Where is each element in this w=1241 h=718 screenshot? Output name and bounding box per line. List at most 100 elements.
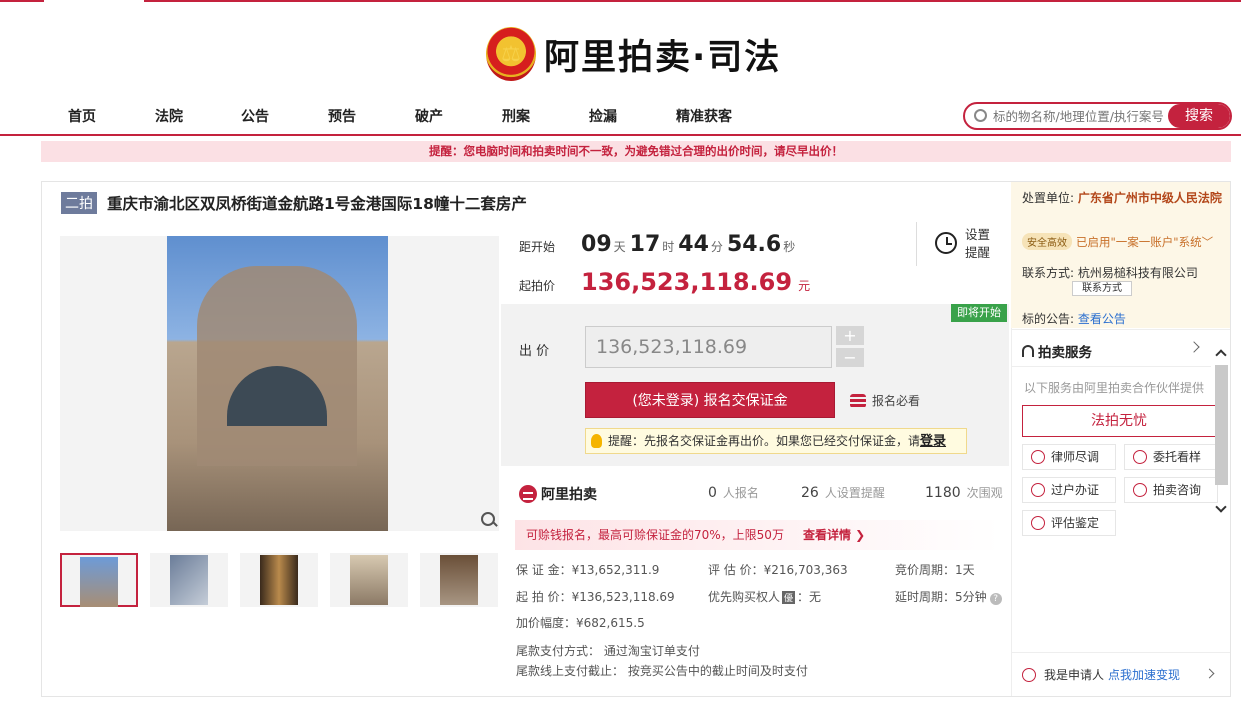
lawyer-icon [1031, 450, 1045, 464]
notice-label: 标的公告: [1022, 312, 1075, 326]
zoom-icon[interactable] [481, 512, 497, 528]
fapai-wuyou-button[interactable]: 法拍无忧 [1022, 405, 1216, 437]
signup-count: 0 人报名 [708, 484, 759, 501]
coins-icon [850, 393, 866, 408]
viewing-service-button[interactable]: 委托看样 [1124, 444, 1218, 470]
main-photo[interactable] [60, 236, 499, 531]
nav-item-preview[interactable]: 预告 [328, 106, 356, 126]
view-notice-link[interactable]: 查看公告 [1078, 312, 1126, 326]
deposit-hint-text: 提醒：先报名交保证金再出价。如果您已经交付保证金，请 [608, 434, 921, 448]
contact-value: 杭州易槌科技有限公司 [1077, 266, 1198, 280]
thumbnail[interactable] [60, 553, 138, 607]
nav-item-home[interactable]: 首页 [68, 106, 96, 126]
scrollbar-thumb[interactable] [1215, 365, 1228, 485]
contact-info: 联系方式: 杭州易槌科技有限公司 [1022, 264, 1198, 281]
brand-logo[interactable]: ⚖ 阿里拍卖·司法 [486, 24, 781, 84]
transfer-service-label: 过户办证 [1051, 483, 1100, 497]
priority-buyer-value: ：无 [797, 590, 822, 604]
thumbnail[interactable] [330, 553, 408, 607]
divider [1011, 366, 1211, 367]
days-unit: 天 [613, 240, 626, 254]
ali-auction-name: 阿里拍卖 [541, 487, 597, 503]
help-icon[interactable]: ? [989, 593, 1002, 605]
thumbnail[interactable] [420, 553, 498, 607]
deposit-hint: 提醒：先报名交保证金再出价。如果您已经交付保证金，请登录 [585, 428, 967, 454]
countdown-seconds: 54.6 [726, 232, 782, 257]
status-badge: 即将开始 [951, 304, 1007, 322]
court-label: 处置单位: [1022, 191, 1075, 205]
seconds-unit: 秒 [783, 240, 796, 254]
decrease-bid-button[interactable]: − [836, 348, 864, 367]
nav-item-bankruptcy[interactable]: 破产 [415, 106, 443, 126]
auction-services-title: 拍卖服务 [1038, 345, 1092, 361]
consult-service-label: 拍卖咨询 [1153, 483, 1202, 497]
consult-service-button[interactable]: 拍卖咨询 [1124, 477, 1218, 503]
headset-icon [1022, 345, 1034, 357]
deposit-info: 保 证 金：¥13,652,311.9 [516, 563, 660, 577]
transfer-service-button[interactable]: 过户办证 [1022, 477, 1116, 503]
services-scrollbar[interactable] [1214, 343, 1229, 518]
search-button[interactable]: 搜索 [1168, 104, 1230, 128]
delay-info: 延时周期：5分钟? [895, 588, 1002, 605]
thumbnail[interactable] [150, 553, 228, 607]
scroll-up-icon[interactable] [1215, 349, 1227, 361]
nav-item-criminal[interactable]: 刑案 [502, 106, 530, 126]
priority-buyer-info: 优先购买权人優：无 [708, 588, 821, 605]
lawyer-service-label: 律师尽调 [1051, 450, 1100, 464]
item-title: 重庆市渝北区双凤桥街道金航路1号金港国际18幢十二套房产 [107, 195, 527, 213]
notice-row: 标的公告: 查看公告 [1022, 310, 1126, 327]
nav-item-notice[interactable]: 公告 [241, 106, 269, 126]
credit-promo-text: 可赊钱报名，最高可赊保证金的70%，上限50万 [526, 528, 784, 542]
speed-up-link[interactable]: 点我加速变现 [1108, 666, 1180, 683]
lawyer-service-button[interactable]: 律师尽调 [1022, 444, 1116, 470]
thumbnail[interactable] [240, 553, 318, 607]
court-emblem-icon: ⚖ [486, 27, 536, 81]
court-value: 广东省广州市中级人民法院 [1077, 191, 1222, 205]
person-icon [1031, 483, 1045, 497]
payment-deadline-info: 尾款线上支付截止： 按竞买公告中的截止时间及时支付 [516, 664, 808, 678]
ali-auction-logo: 阿里拍卖 [519, 484, 597, 504]
alarm-clock-icon [935, 232, 957, 254]
safe-badge: 安全高效 [1022, 233, 1072, 250]
reminder-count-value: 26 [801, 485, 819, 501]
signup-deposit-button[interactable]: (您未登录) 报名交保证金 [585, 382, 835, 418]
building-photo [167, 236, 388, 531]
cycle-info: 竞价周期：1天 [895, 563, 975, 577]
reminder-count: 26 人设置提醒 [801, 484, 885, 501]
safe-system-text: 已启用"一案一账户"系统 [1076, 234, 1202, 249]
location-icon [1133, 450, 1147, 464]
bid-amount-field[interactable]: 136,523,118.69 [585, 326, 832, 368]
auction-round-badge: 二拍 [61, 192, 97, 214]
start-price-info: 起 拍 价：¥136,523,118.69 [516, 590, 675, 604]
item-title-row: 二拍 重庆市渝北区双凤桥街道金航路1号金港国际18幢十二套房产 [61, 192, 527, 214]
countdown: 距开始 09 天 17 时 44 分 54.6 秒 [519, 232, 799, 257]
safe-system-badge[interactable]: 安全高效 已启用"一案一账户"系统 ﹀ [1022, 233, 1213, 250]
applicant-label: 我是申请人 [1044, 668, 1105, 682]
set-reminder-button[interactable]: 设置提醒 [916, 222, 996, 266]
lightbulb-icon [591, 434, 602, 448]
applicant-row[interactable]: 我是申请人 点我加速变现 [1022, 666, 1180, 683]
search-input[interactable] [993, 108, 1171, 124]
minutes-unit: 分 [710, 240, 723, 254]
auction-services-header[interactable]: 拍卖服务 [1022, 341, 1092, 361]
must-read-label: 报名必看 [872, 394, 921, 408]
login-link[interactable]: 登录 [920, 434, 946, 449]
ali-auction-icon [519, 485, 537, 503]
appraisal-service-button[interactable]: 评估鉴定 [1022, 510, 1116, 536]
nav-item-bargain[interactable]: 捡漏 [589, 106, 617, 126]
increase-bid-button[interactable]: + [836, 326, 864, 345]
view-count-value: 1180 [925, 485, 961, 501]
promo-details-link[interactable]: 查看详情 ❯ [803, 520, 865, 550]
countdown-label: 距开始 [519, 240, 556, 254]
nav-item-court[interactable]: 法院 [155, 106, 183, 126]
applicant-icon [1022, 667, 1036, 682]
must-read-link[interactable]: 报名必看 [850, 392, 920, 409]
contact-button[interactable]: 联系方式 [1072, 281, 1132, 296]
view-count-label: 次围观 [966, 486, 1003, 500]
nav-item-customers[interactable]: 精准获客 [676, 106, 732, 126]
countdown-days: 09 [581, 232, 612, 257]
divider [1011, 329, 1230, 330]
priority-badge-icon: 優 [782, 591, 796, 604]
scroll-down-icon[interactable] [1215, 501, 1227, 513]
court-info: 处置单位: 广东省广州市中级人民法院 [1022, 188, 1222, 209]
